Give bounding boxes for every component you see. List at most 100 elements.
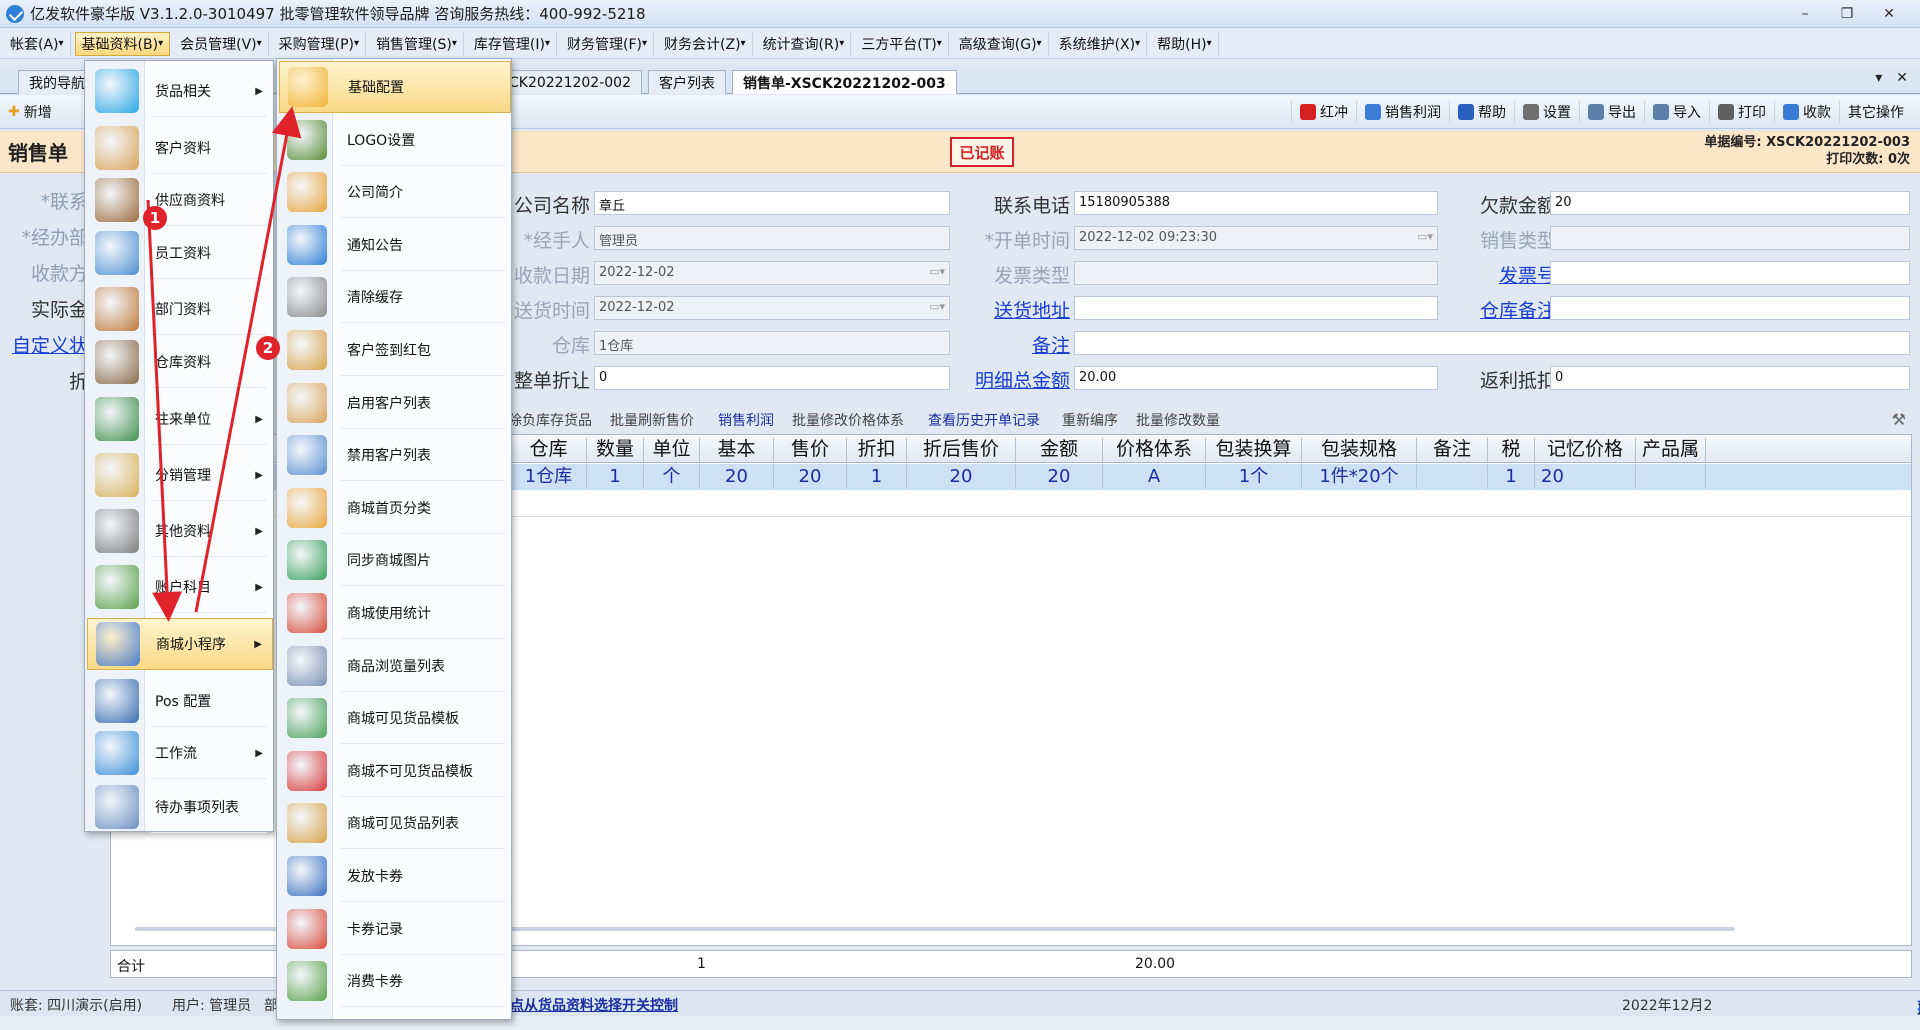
warehouse-field[interactable]: 1仓库 [594, 331, 950, 355]
ime-keyboard-indicator[interactable]: 九 [1912, 995, 1920, 1017]
toolbar-button-0[interactable]: 红冲 [1291, 101, 1356, 123]
menu-item-partners[interactable]: 往来单位 ▶ [87, 393, 273, 445]
menu-item-10[interactable]: 高级查询(G) [953, 31, 1049, 56]
column-header[interactable]: 产品属 [1636, 438, 1706, 462]
submenu-item-13[interactable]: 商城不可见货品模板 [279, 745, 511, 797]
menu-item-8[interactable]: 统计查询(R) [757, 31, 852, 56]
submenu-item-11[interactable]: 商品浏览量列表 [279, 640, 511, 692]
submenu-item-16[interactable]: 卡券记录 [279, 903, 511, 955]
debt-field[interactable]: 20 [1550, 191, 1910, 215]
warehouse-note-link[interactable]: 仓库备注 [1396, 296, 1556, 323]
table-cell[interactable]: 1件*20个 [1302, 465, 1417, 489]
toolbar-button-1[interactable]: 销售利润 [1356, 101, 1449, 123]
column-header[interactable]: 金额 [1016, 438, 1103, 462]
menu-item-5[interactable]: 库存管理(I) [468, 31, 557, 56]
submenu-item-3[interactable]: 通知公告 [279, 219, 511, 271]
action-negative-stock[interactable]: 除负库存货品 [508, 410, 592, 430]
action-sales-profit[interactable]: 销售利润 [718, 410, 774, 430]
submenu-item-12[interactable]: 商城可见货品模板 [279, 692, 511, 745]
submenu-item-1[interactable]: LOGO设置 [279, 114, 511, 166]
sale-type-field[interactable] [1550, 226, 1910, 250]
submenu-item-5[interactable]: 客户签到红包 [279, 324, 511, 376]
delivery-address-field[interactable] [1074, 296, 1438, 320]
discount-field[interactable]: 0 [594, 366, 950, 390]
submenu-item-10[interactable]: 商城使用统计 [279, 587, 511, 639]
table-cell[interactable]: 1仓库 [511, 465, 587, 489]
open-time-field[interactable]: 2022-12-02 09:23:30 ▭▾ [1074, 226, 1438, 250]
toolbar-button-7[interactable]: 收款 [1774, 101, 1839, 123]
custom-status-link[interactable]: 自定义状 [0, 331, 88, 358]
table-cell[interactable]: 20 [1535, 465, 1636, 489]
menu-item-employees[interactable]: 员工资料 [87, 227, 273, 279]
menu-item-miniapp[interactable]: 商城小程序 ▶ [87, 618, 273, 670]
menu-item-account[interactable]: 账户科目 ▶ [87, 561, 273, 613]
note-field[interactable] [1074, 331, 1910, 355]
detail-total-field[interactable]: 20.00 [1074, 366, 1438, 390]
invoice-no-field[interactable] [1550, 261, 1910, 285]
column-header[interactable]: 仓库 [511, 438, 587, 462]
menu-item-cube[interactable]: 货品相关 ▶ [87, 65, 273, 117]
pay-date-field[interactable]: 2022-12-02 ▭▾ [594, 261, 950, 285]
table-cell[interactable]: 20 [1016, 465, 1103, 489]
menu-item-1[interactable]: 基础资料(B) [74, 31, 171, 56]
table-cell[interactable]: 20 [907, 465, 1016, 489]
minimize-button[interactable]: – [1784, 0, 1826, 28]
toolbar-button-3[interactable]: 设置 [1514, 101, 1579, 123]
table-cell[interactable]: A [1103, 465, 1206, 489]
handler-field[interactable]: 管理员 [594, 226, 950, 250]
column-header[interactable]: 基本 [700, 438, 774, 462]
toolbar-button-4[interactable]: 导出 [1579, 101, 1644, 123]
action-batch-price-system[interactable]: 批量修改价格体系 [792, 410, 904, 430]
rebate-field[interactable]: 0 [1550, 366, 1910, 390]
new-button[interactable]: ✚ 新增 [8, 102, 52, 122]
menu-item-7[interactable]: 财务会计(Z) [658, 31, 753, 56]
grid-settings-icon[interactable]: ⚒ [1892, 410, 1906, 429]
submenu-item-8[interactable]: 商城首页分类 [279, 482, 511, 534]
close-button[interactable]: ✕ [1868, 0, 1910, 28]
submenu-item-14[interactable]: 商城可见货品列表 [279, 797, 511, 850]
menu-item-11[interactable]: 系统维护(X) [1053, 31, 1148, 56]
toolbar-button-6[interactable]: 打印 [1709, 101, 1774, 123]
menu-item-distribution[interactable]: 分销管理 ▶ [87, 449, 273, 501]
toolbar-button-8[interactable]: 其它操作 [1839, 101, 1912, 123]
menu-item-9[interactable]: 三方平台(T) [855, 31, 949, 56]
submenu-item-9[interactable]: 同步商城图片 [279, 534, 511, 587]
note-link[interactable]: 备注 [910, 331, 1070, 358]
column-header[interactable]: 折后售价 [907, 438, 1016, 462]
column-header[interactable]: 记忆价格 [1535, 438, 1636, 462]
menu-item-departments[interactable]: 部门资料 [87, 283, 273, 335]
tab-customer-list[interactable]: 客户列表 [648, 70, 726, 94]
detail-total-link[interactable]: 明细总金额 [910, 366, 1070, 393]
submenu-item-6[interactable]: 启用客户列表 [279, 377, 511, 429]
delivery-time-field[interactable]: 2022-12-02 ▭▾ [594, 296, 950, 320]
phone-field[interactable]: 15180905388 [1074, 191, 1438, 215]
submenu-item-2[interactable]: 公司简介 [279, 166, 511, 219]
table-cell[interactable] [1417, 465, 1488, 489]
menu-item-pos[interactable]: Pos 配置 [87, 675, 273, 727]
menu-item-customers[interactable]: 客户资料 [87, 122, 273, 174]
action-history-records[interactable]: 查看历史开单记录 [928, 410, 1040, 430]
table-cell[interactable]: 20 [774, 465, 847, 489]
table-cell[interactable]: 个 [644, 465, 700, 489]
warehouse-note-field[interactable] [1550, 296, 1910, 320]
menu-item-warehouse[interactable]: 仓库资料 [87, 336, 273, 388]
submenu-item-0[interactable]: 基础配置 [279, 61, 511, 113]
menu-item-suppliers[interactable]: 供应商资料 [87, 174, 273, 226]
menu-item-3[interactable]: 采购管理(P) [273, 31, 367, 56]
column-header[interactable]: 税 [1488, 438, 1535, 462]
action-refresh-prices[interactable]: 批量刷新售价 [610, 410, 694, 430]
company-field[interactable]: 章丘 [594, 191, 950, 215]
submenu-item-7[interactable]: 禁用客户列表 [279, 429, 511, 482]
menu-item-2[interactable]: 会员管理(V) [174, 31, 269, 56]
table-cell[interactable]: 1 [847, 465, 907, 489]
column-header[interactable]: 价格体系 [1103, 438, 1206, 462]
table-cell[interactable]: 20 [700, 465, 774, 489]
menu-item-12[interactable]: 帮助(H) [1151, 31, 1219, 56]
tab-list-dropdown[interactable]: ▾ [1875, 70, 1882, 86]
toolbar-button-2[interactable]: 帮助 [1449, 101, 1514, 123]
menu-item-tools[interactable]: 其他资料 ▶ [87, 505, 273, 557]
menu-item-4[interactable]: 销售管理(S) [370, 31, 464, 56]
restore-button[interactable]: ❐ [1826, 0, 1868, 28]
action-batch-quantity[interactable]: 批量修改数量 [1136, 410, 1220, 430]
submenu-item-15[interactable]: 发放卡券 [279, 850, 511, 902]
